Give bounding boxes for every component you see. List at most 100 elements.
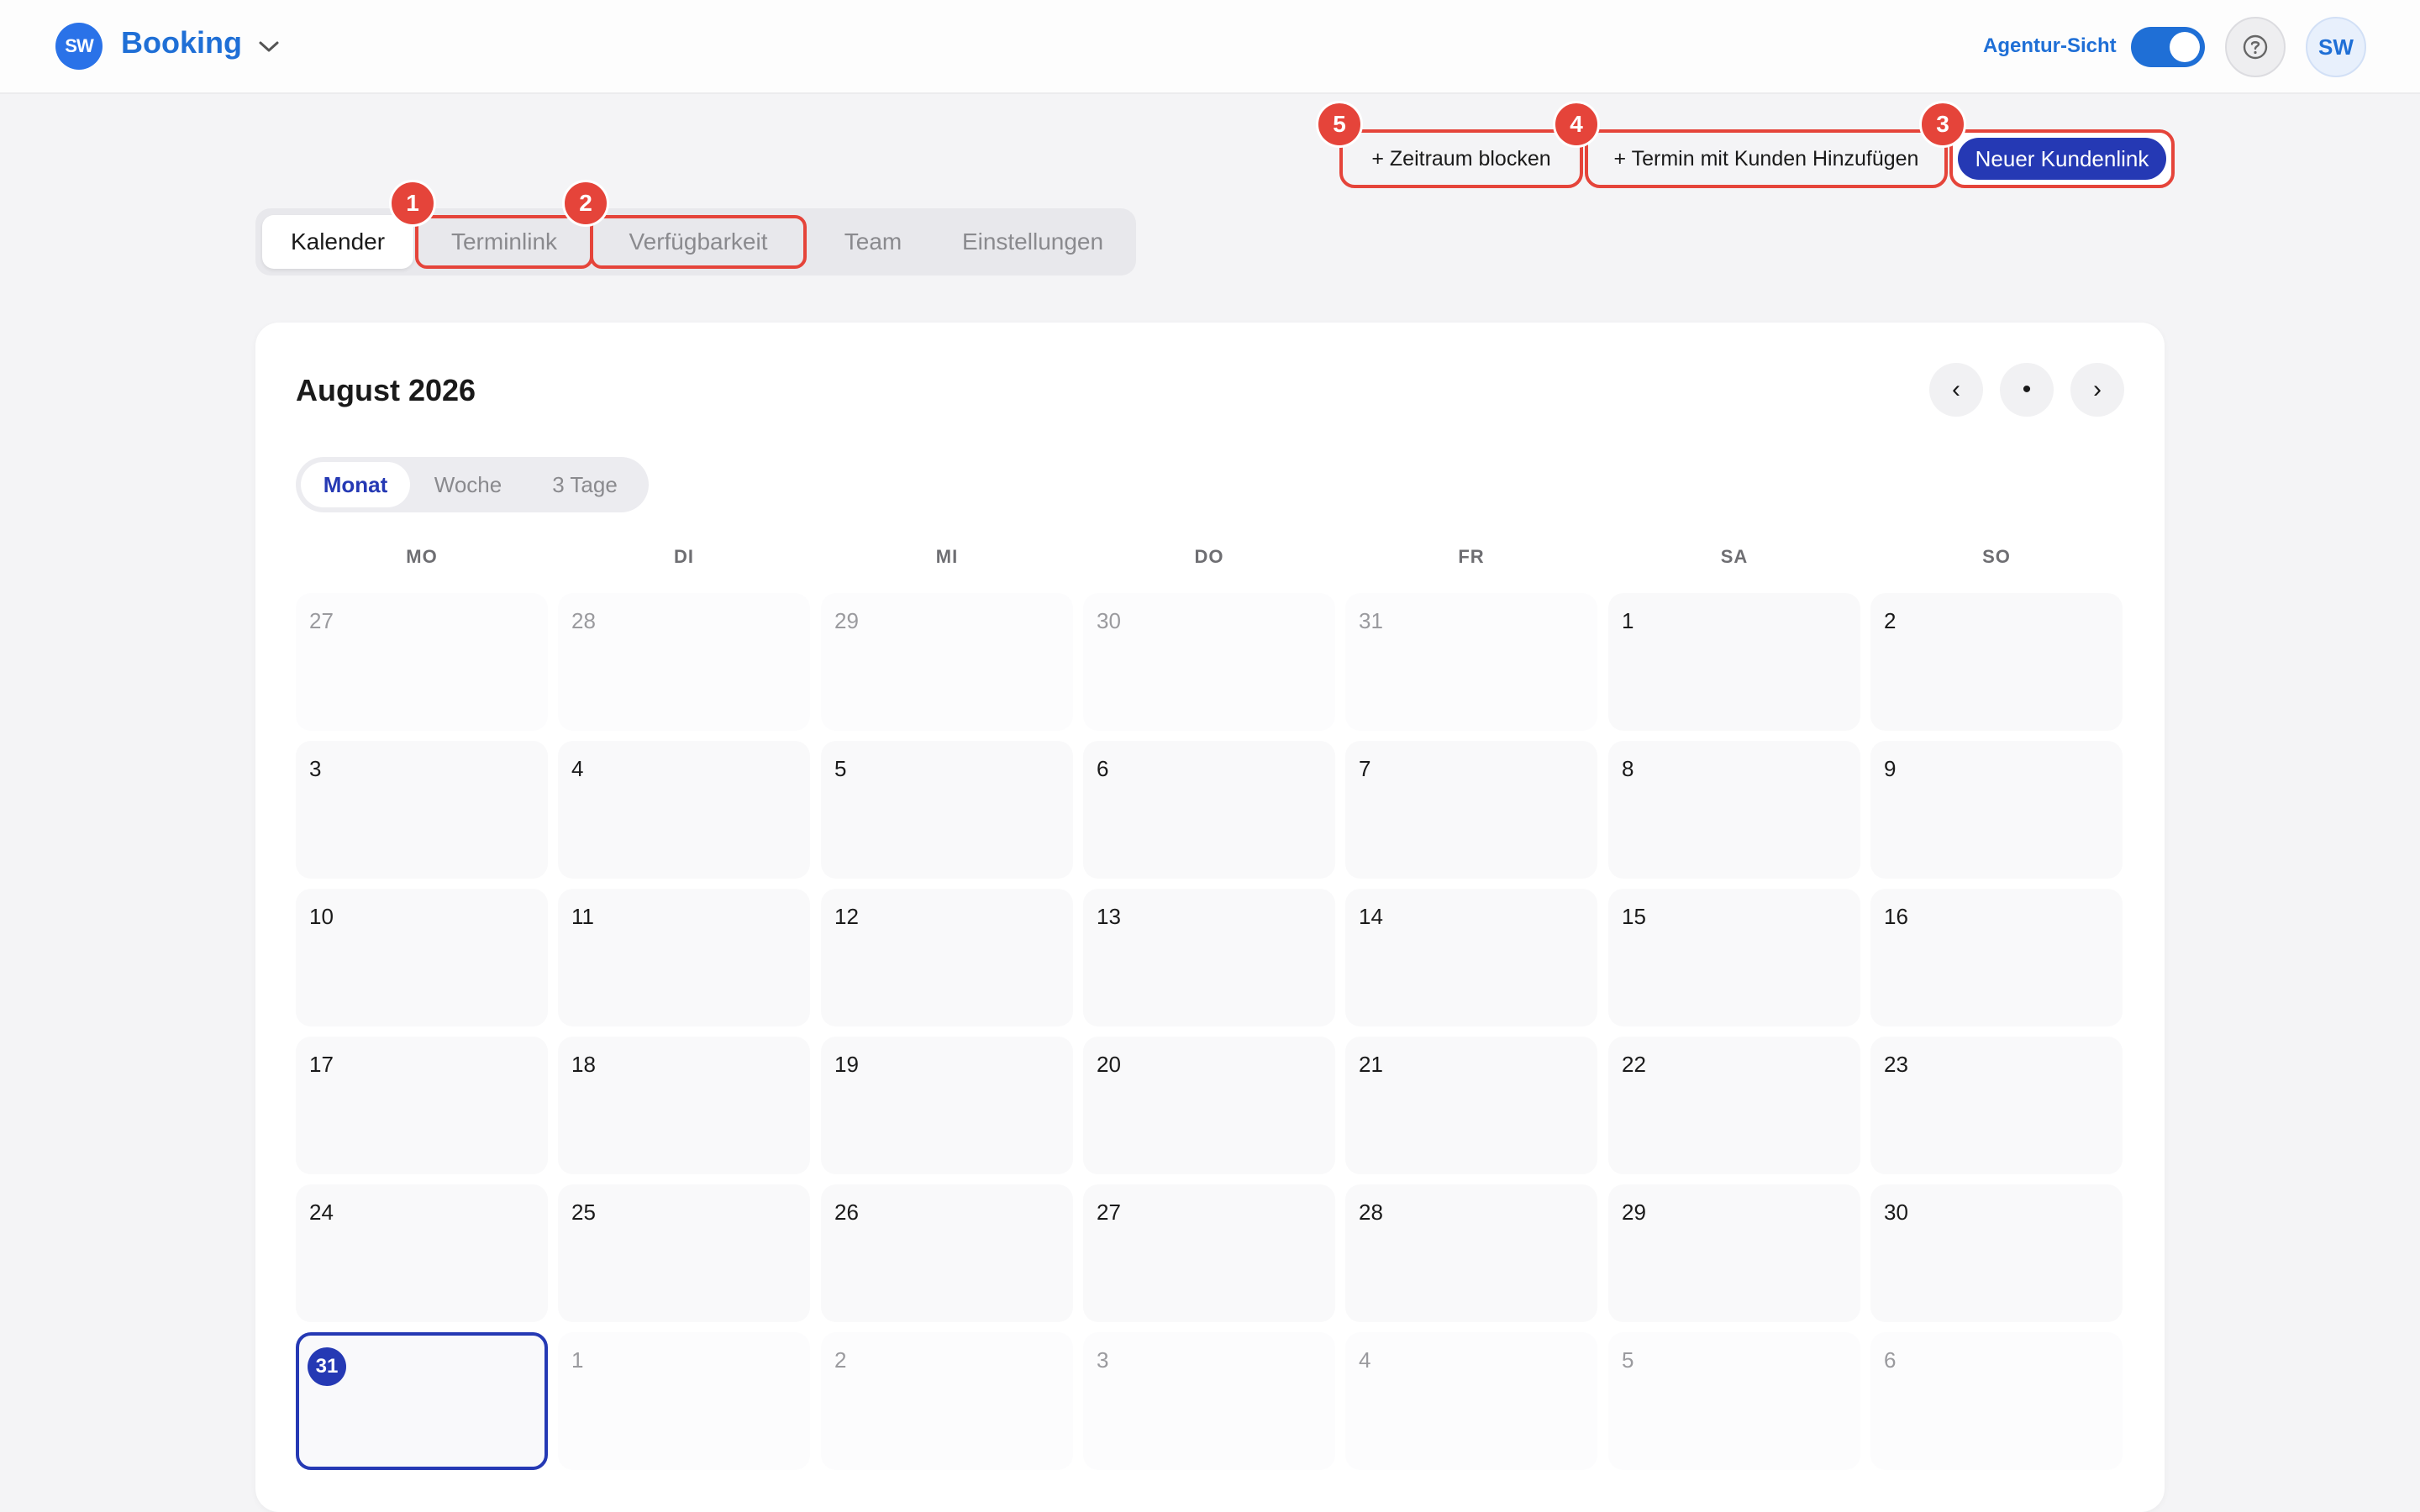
app-title[interactable]: Booking: [121, 25, 242, 60]
calendar-day[interactable]: 18: [558, 1037, 810, 1174]
day-number: 11: [571, 904, 594, 929]
day-number: 26: [834, 1200, 859, 1225]
weekday-header: DI: [674, 546, 694, 567]
prev-month-button[interactable]: ‹: [1929, 363, 1983, 417]
calendar-day[interactable]: 23: [1870, 1037, 2123, 1174]
day-number: 25: [571, 1200, 596, 1225]
day-number: 31: [308, 1347, 346, 1386]
calendar-day[interactable]: 6: [1870, 1332, 2123, 1470]
calendar-day[interactable]: 29: [821, 593, 1073, 731]
weekday-header: FR: [1458, 546, 1485, 567]
calendar-day[interactable]: 20: [1083, 1037, 1335, 1174]
day-number: 9: [1884, 756, 1897, 781]
annotation-badge-1: 1: [389, 180, 436, 227]
calendar-day[interactable]: 3: [296, 741, 548, 879]
view-switcher: Monat Woche 3 Tage: [296, 457, 649, 512]
view-week[interactable]: Woche: [413, 462, 523, 507]
view-month[interactable]: Monat: [301, 462, 410, 507]
day-number: 21: [1359, 1052, 1383, 1077]
day-number: 29: [834, 608, 859, 633]
new-client-link-button[interactable]: Neuer Kundenlink: [1949, 129, 2175, 188]
calendar-day[interactable]: 29: [1608, 1184, 1860, 1322]
calendar-day[interactable]: 25: [558, 1184, 810, 1322]
weekday-header: MO: [406, 546, 438, 567]
agency-view-label: Agentur-Sicht: [1983, 34, 2117, 57]
calendar-day[interactable]: 6: [1083, 741, 1335, 879]
calendar-day[interactable]: 28: [558, 593, 810, 731]
today-button[interactable]: •: [2000, 363, 2054, 417]
day-number: 19: [834, 1052, 859, 1077]
day-number: 3: [1097, 1347, 1109, 1373]
calendar-day[interactable]: 3: [1083, 1332, 1335, 1470]
day-number: 22: [1622, 1052, 1646, 1077]
day-number: 17: [309, 1052, 334, 1077]
calendar-day[interactable]: 2: [1870, 593, 2123, 731]
weekday-header: SA: [1720, 546, 1749, 567]
calendar-day[interactable]: 1: [558, 1332, 810, 1470]
new-client-link-label: Neuer Kundenlink: [1958, 138, 2166, 180]
day-number: 6: [1097, 756, 1109, 781]
day-number: 1: [571, 1347, 584, 1373]
toggle-knob: [2170, 32, 2200, 62]
chevron-down-icon[interactable]: [252, 32, 286, 62]
view-3-days[interactable]: 3 Tage: [526, 462, 644, 507]
calendar-day[interactable]: 21: [1345, 1037, 1597, 1174]
calendar-day[interactable]: 30: [1870, 1184, 2123, 1322]
add-appointment-button[interactable]: + Termin mit Kunden Hinzufügen: [1585, 129, 1948, 188]
day-number: 16: [1884, 904, 1908, 929]
calendar-day[interactable]: 11: [558, 889, 810, 1026]
day-number: 30: [1884, 1200, 1908, 1225]
day-number: 2: [834, 1347, 847, 1373]
calendar-day[interactable]: 24: [296, 1184, 548, 1322]
tab-team[interactable]: Team: [810, 215, 936, 269]
calendar-day[interactable]: 14: [1345, 889, 1597, 1026]
day-number: 14: [1359, 904, 1383, 929]
calendar-day[interactable]: 4: [558, 741, 810, 879]
user-avatar[interactable]: SW: [2306, 17, 2366, 77]
tab-calendar[interactable]: Kalender: [262, 215, 413, 269]
agency-view-toggle[interactable]: [2131, 27, 2205, 67]
day-number: 6: [1884, 1347, 1897, 1373]
day-number: 5: [834, 756, 847, 781]
calendar-day[interactable]: 27: [296, 593, 548, 731]
day-number: 2: [1884, 608, 1897, 633]
calendar-day[interactable]: 8: [1608, 741, 1860, 879]
calendar-day[interactable]: 17: [296, 1037, 548, 1174]
calendar-day[interactable]: 1: [1608, 593, 1860, 731]
day-number: 23: [1884, 1052, 1908, 1077]
calendar-day[interactable]: 10: [296, 889, 548, 1026]
calendar-day[interactable]: 2: [821, 1332, 1073, 1470]
tab-settings[interactable]: Einstellungen: [936, 215, 1129, 269]
calendar-day[interactable]: 5: [1608, 1332, 1860, 1470]
calendar-day[interactable]: 12: [821, 889, 1073, 1026]
calendar-day[interactable]: 9: [1870, 741, 2123, 879]
calendar-day[interactable]: 19: [821, 1037, 1073, 1174]
day-number: 8: [1622, 756, 1634, 781]
next-month-button[interactable]: ›: [2070, 363, 2124, 417]
calendar-day[interactable]: 22: [1608, 1037, 1860, 1174]
annotation-badge-5: 5: [1316, 101, 1363, 148]
weekday-header: MI: [935, 546, 959, 567]
day-number: 28: [571, 608, 596, 633]
calendar-day[interactable]: 7: [1345, 741, 1597, 879]
block-timespan-button[interactable]: + Zeitraum blocken: [1339, 129, 1583, 188]
tab-booking-link[interactable]: Terminlink: [415, 215, 593, 269]
calendar-day[interactable]: 16: [1870, 889, 2123, 1026]
calendar-day[interactable]: 28: [1345, 1184, 1597, 1322]
help-button[interactable]: [2225, 17, 2286, 77]
day-number: 4: [1359, 1347, 1371, 1373]
calendar-day[interactable]: 4: [1345, 1332, 1597, 1470]
day-number: 13: [1097, 904, 1121, 929]
calendar-day[interactable]: 13: [1083, 889, 1335, 1026]
calendar-day[interactable]: 31: [1345, 593, 1597, 731]
calendar-day[interactable]: 5: [821, 741, 1073, 879]
calendar-day-today[interactable]: 31: [296, 1332, 548, 1470]
day-number: 10: [309, 904, 334, 929]
top-bar: SW Booking Agentur-Sicht SW: [0, 0, 2420, 94]
calendar-day[interactable]: 26: [821, 1184, 1073, 1322]
calendar-day[interactable]: 30: [1083, 593, 1335, 731]
tab-availability[interactable]: Verfügbarkeit: [590, 215, 807, 269]
calendar-day[interactable]: 15: [1608, 889, 1860, 1026]
day-number: 27: [1097, 1200, 1121, 1225]
calendar-day[interactable]: 27: [1083, 1184, 1335, 1322]
